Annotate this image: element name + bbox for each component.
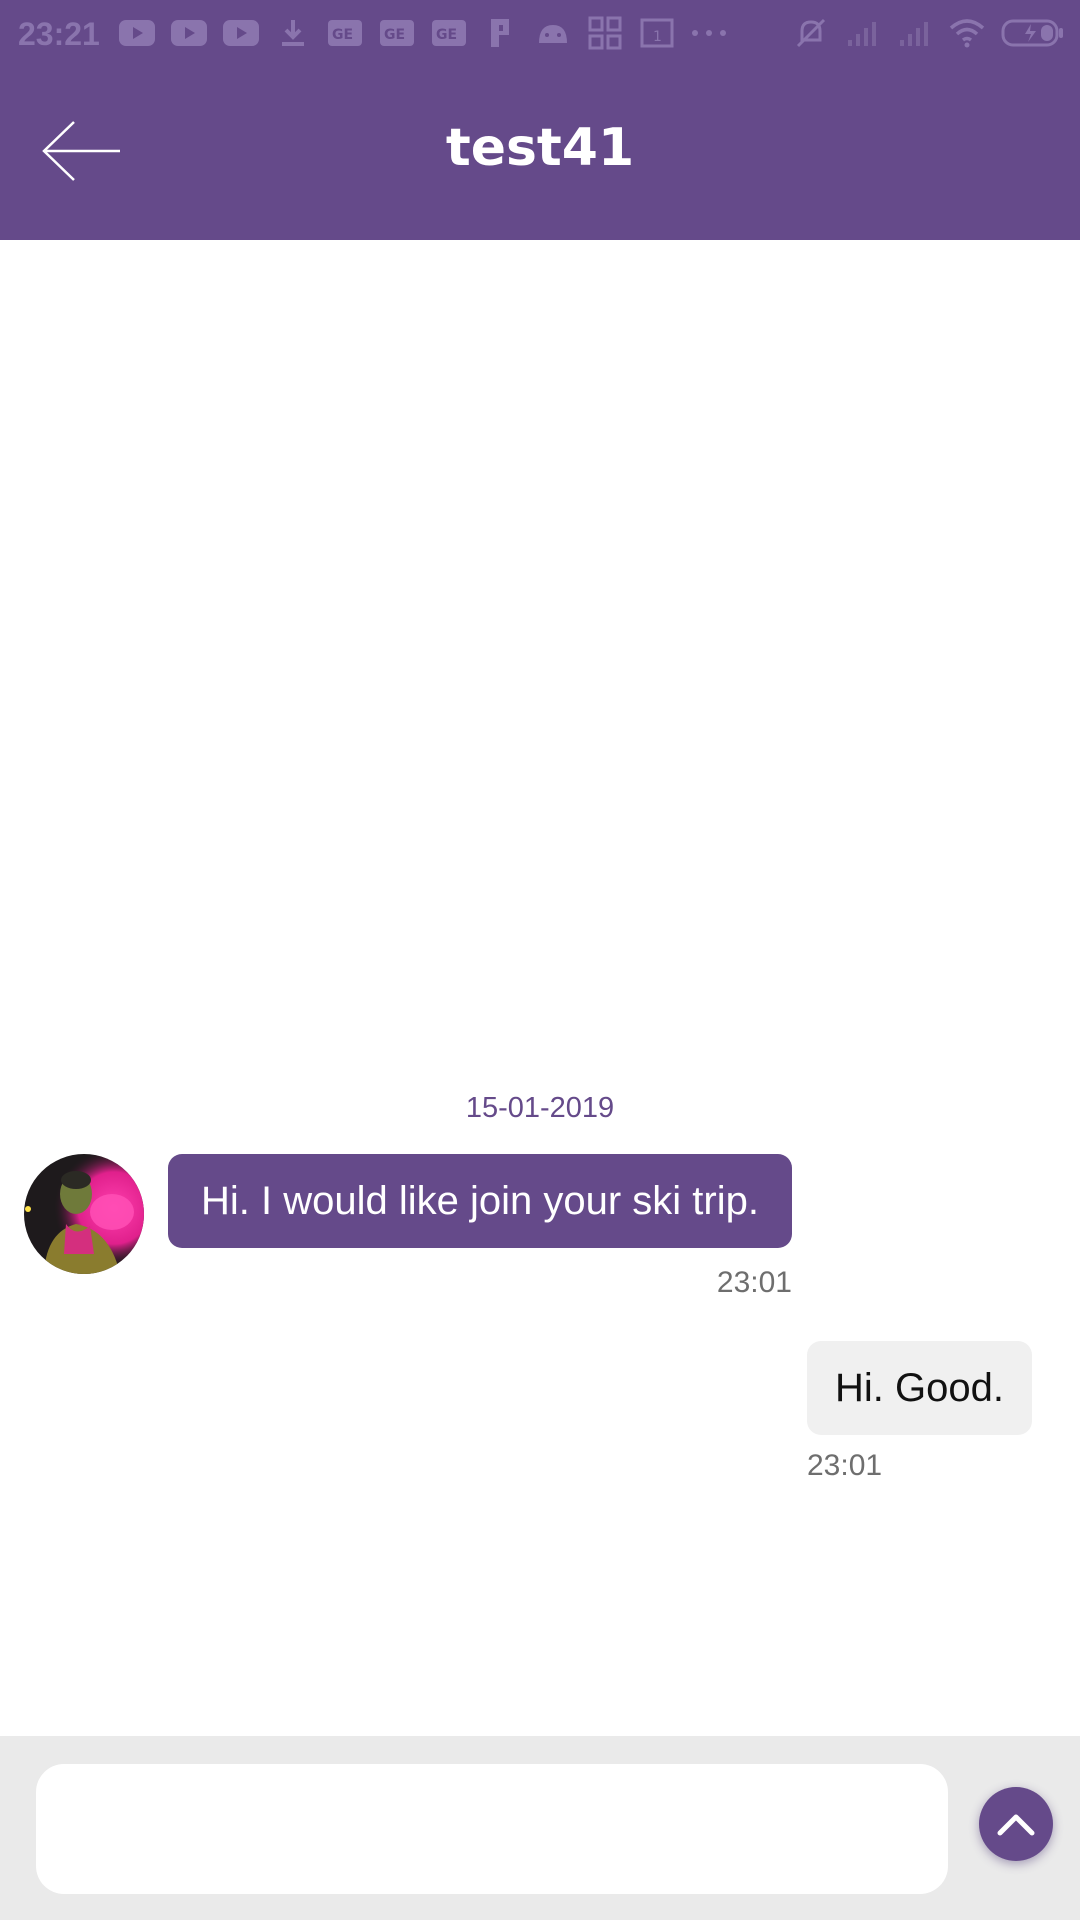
avatar[interactable]	[24, 1154, 144, 1274]
svg-text:GE: GE	[384, 27, 405, 43]
status-time: 23:21	[18, 16, 100, 52]
svg-text:GE: GE	[436, 27, 457, 43]
ge-icon: GE	[326, 14, 364, 52]
incoming-message-time: 23:01	[716, 1266, 792, 1299]
app-bar: test41	[0, 72, 1080, 240]
chat-title: test41	[445, 118, 635, 178]
ge-icon: GE	[378, 14, 416, 52]
battery-icon	[1000, 14, 1066, 52]
signal-icon	[896, 14, 934, 52]
ge-icon: GE	[430, 14, 468, 52]
parking-icon	[482, 14, 520, 52]
scroll-up-button[interactable]	[979, 1787, 1053, 1861]
more-icon	[690, 14, 728, 52]
date-separator: 15-01-2019	[465, 1092, 615, 1124]
youtube-icon	[170, 14, 208, 52]
avatar-image	[24, 1154, 144, 1274]
outgoing-message[interactable]: Hi. Good.	[807, 1341, 1032, 1435]
incoming-message[interactable]: Hi. I would like join your ski trip.	[168, 1154, 792, 1248]
bell-off-icon	[792, 14, 830, 52]
message-composer	[0, 1736, 1080, 1920]
download-icon	[274, 14, 312, 52]
outgoing-message-time: 23:01	[807, 1449, 883, 1482]
status-bar: 23:21 GE GE GE 1	[0, 0, 1080, 72]
message-input[interactable]	[36, 1764, 948, 1894]
android-icon	[534, 14, 572, 52]
calendar-day: 1	[653, 29, 662, 45]
notification-icons: GE GE GE 1	[118, 14, 728, 52]
chevron-up-icon	[997, 1814, 1035, 1836]
calendar-icon: 1	[638, 14, 676, 52]
wifi-icon	[948, 14, 986, 52]
apps-icon	[586, 14, 624, 52]
svg-text:GE: GE	[332, 27, 353, 43]
youtube-icon	[118, 14, 156, 52]
chat-area[interactable]	[0, 240, 1080, 1736]
signal-icon	[844, 14, 882, 52]
youtube-icon	[222, 14, 260, 52]
system-icons	[792, 14, 1066, 52]
